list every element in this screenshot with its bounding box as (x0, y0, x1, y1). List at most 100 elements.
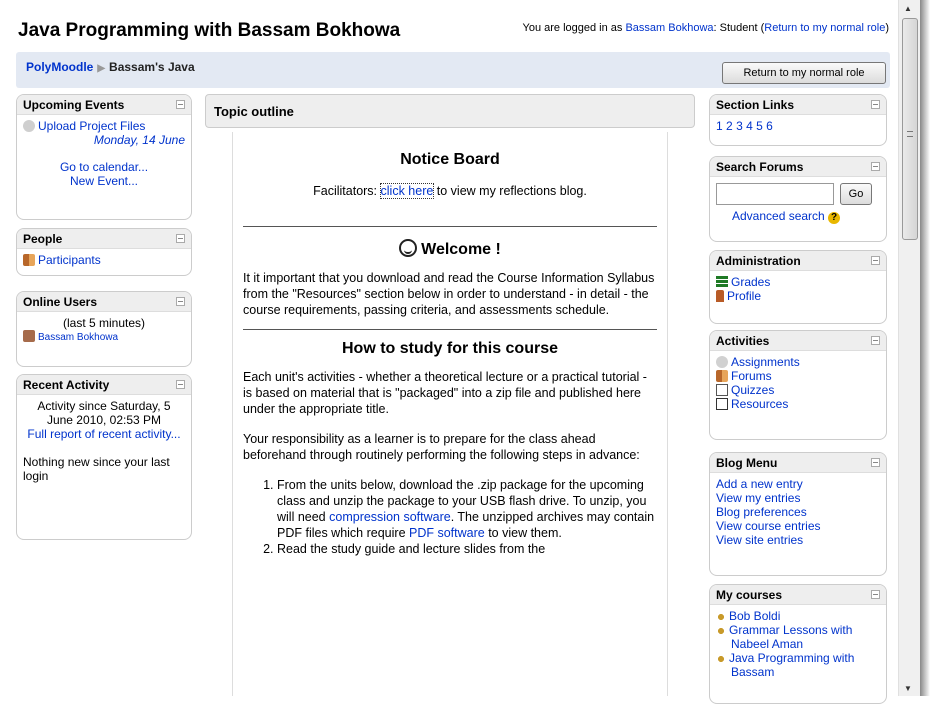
add-new-entry-link[interactable]: Add a new entry (716, 477, 803, 491)
grades-item[interactable]: Grades (716, 275, 880, 289)
assignments-link[interactable]: Assignments (731, 355, 800, 369)
resources-item[interactable]: Resources (716, 397, 880, 411)
page: Java Programming with Bassam Bokhowa You… (10, 8, 895, 704)
grades-link[interactable]: Grades (731, 275, 770, 289)
course-item[interactable]: Grammar Lessons with Nabeel Aman (716, 623, 880, 651)
calendar-link[interactable]: Go to calendar... (23, 160, 185, 174)
people-title: People (23, 232, 63, 246)
event-item[interactable]: Upload Project Files (23, 119, 185, 133)
new-event-link[interactable]: New Event... (23, 174, 185, 188)
collapse-icon[interactable] (176, 234, 185, 243)
resources-link[interactable]: Resources (731, 397, 788, 411)
collapse-icon[interactable] (871, 590, 880, 599)
grades-icon (716, 276, 728, 288)
block-title: Activities (710, 331, 886, 351)
study-steps: From the units below, download the .zip … (243, 477, 657, 557)
block-title: Administration (710, 251, 886, 271)
full-report-link[interactable]: Full report of recent activity... (23, 427, 185, 441)
administration-body: Grades Profile (710, 271, 886, 307)
collapse-icon[interactable] (176, 100, 185, 109)
recent-body: Activity since Saturday, 5 June 2010, 02… (17, 395, 191, 487)
welcome-text: It it important that you download and re… (243, 271, 655, 317)
go-to-calendar-link[interactable]: Go to calendar... (60, 160, 148, 174)
search-body: Go Advanced search ? (710, 177, 886, 237)
notice-board-title: Notice Board (400, 151, 500, 168)
profile-link[interactable]: Profile (727, 289, 761, 303)
view-site-entries-link[interactable]: View site entries (716, 533, 803, 547)
blog-preferences-link[interactable]: Blog preferences (716, 505, 807, 519)
collapse-icon[interactable] (176, 380, 185, 389)
collapse-icon[interactable] (871, 336, 880, 345)
scroll-down-arrow-icon[interactable]: ▼ (904, 684, 912, 693)
forums-icon (716, 370, 728, 382)
full-report-link-text[interactable]: Full report of recent activity... (27, 427, 180, 441)
advanced-search-link[interactable]: Advanced search (732, 209, 825, 223)
activities-block: Activities Assignments Forums Quizzes Re… (709, 330, 887, 440)
view-my-entries-link[interactable]: View my entries (716, 491, 800, 505)
site-title: Java Programming with Bassam Bokhowa (18, 20, 401, 41)
breadcrumb-root[interactable]: PolyMoodle (26, 60, 93, 74)
people-body: Participants (17, 249, 191, 271)
collapse-icon[interactable] (871, 458, 880, 467)
breadcrumb-current: Bassam's Java (109, 60, 195, 74)
vertical-scrollbar[interactable]: ▲ ▼ (898, 0, 920, 696)
search-input[interactable] (716, 183, 834, 205)
course-link[interactable]: Bob Boldi (729, 609, 780, 623)
profile-icon (716, 290, 724, 302)
scroll-up-arrow-icon[interactable]: ▲ (904, 4, 912, 13)
course-link[interactable]: Java Programming with Bassam (729, 651, 854, 679)
login-info: You are logged in as Bassam Bokhowa: Stu… (523, 22, 890, 34)
forums-link[interactable]: Forums (731, 369, 772, 383)
view-course-entries-link[interactable]: View course entries (716, 519, 821, 533)
activity-since: Activity since Saturday, 5 June 2010, 02… (37, 399, 171, 427)
recent-activity-block: Recent Activity Activity since Saturday,… (16, 374, 192, 540)
assignments-item[interactable]: Assignments (716, 355, 880, 369)
advanced-search[interactable]: Advanced search ? (732, 209, 841, 224)
online-user-item[interactable]: Bassam Bokhowa (23, 330, 185, 343)
facilitators-suffix: to view my reflections blog. (433, 184, 587, 198)
section-link-4[interactable]: 4 (746, 119, 753, 133)
section-link-1[interactable]: 1 (716, 119, 723, 133)
user-avatar-icon (23, 330, 35, 342)
course-item[interactable]: Java Programming with Bassam (716, 651, 880, 679)
collapse-icon[interactable] (176, 297, 185, 306)
participants-link[interactable]: Participants (38, 253, 101, 267)
collapse-icon[interactable] (871, 100, 880, 109)
quizzes-item[interactable]: Quizzes (716, 383, 880, 397)
section-links-block: Section Links 1 2 3 4 5 6 (709, 94, 887, 146)
nothing-new: Nothing new since your last login (23, 455, 170, 483)
login-suffix: ) (885, 22, 889, 34)
section-link-3[interactable]: 3 (736, 119, 743, 133)
my-courses-block: My courses Bob Boldi Grammar Lessons wit… (709, 584, 887, 704)
online-user-link[interactable]: Bassam Bokhowa (38, 332, 118, 343)
help-icon[interactable]: ? (828, 212, 841, 224)
window-shadow (920, 0, 930, 696)
block-title: Upcoming Events (17, 95, 191, 115)
pdf-software-link[interactable]: PDF software (409, 526, 485, 540)
course-icon (716, 612, 726, 622)
section-link-2[interactable]: 2 (726, 119, 733, 133)
forums-item[interactable]: Forums (716, 369, 880, 383)
collapse-icon[interactable] (871, 256, 880, 265)
profile-item[interactable]: Profile (716, 289, 880, 303)
section-link-5[interactable]: 5 (756, 119, 763, 133)
course-link[interactable]: Grammar Lessons with Nabeel Aman (729, 623, 852, 651)
login-user-link[interactable]: Bassam Bokhowa (625, 22, 713, 34)
quizzes-link[interactable]: Quizzes (731, 383, 774, 397)
return-role-link[interactable]: Return to my normal role (764, 22, 885, 34)
course-item[interactable]: Bob Boldi (716, 609, 880, 623)
block-title: People (17, 229, 191, 249)
search-go-button[interactable]: Go (840, 183, 872, 205)
event-link[interactable]: Upload Project Files (38, 119, 145, 133)
upcoming-events-title: Upcoming Events (23, 98, 125, 112)
compression-software-link[interactable]: compression software (329, 510, 451, 524)
event-date: Monday, 14 June (93, 133, 185, 147)
return-normal-role-button[interactable]: Return to my normal role (722, 62, 886, 84)
click-here-link[interactable]: click here (379, 183, 435, 199)
welcome-title: Welcome ! (421, 241, 501, 258)
collapse-icon[interactable] (871, 162, 880, 171)
section-link-6[interactable]: 6 (766, 119, 773, 133)
scroll-thumb[interactable] (902, 18, 918, 240)
new-event-link-text[interactable]: New Event... (70, 174, 138, 188)
recent-activity-title: Recent Activity (23, 378, 110, 392)
